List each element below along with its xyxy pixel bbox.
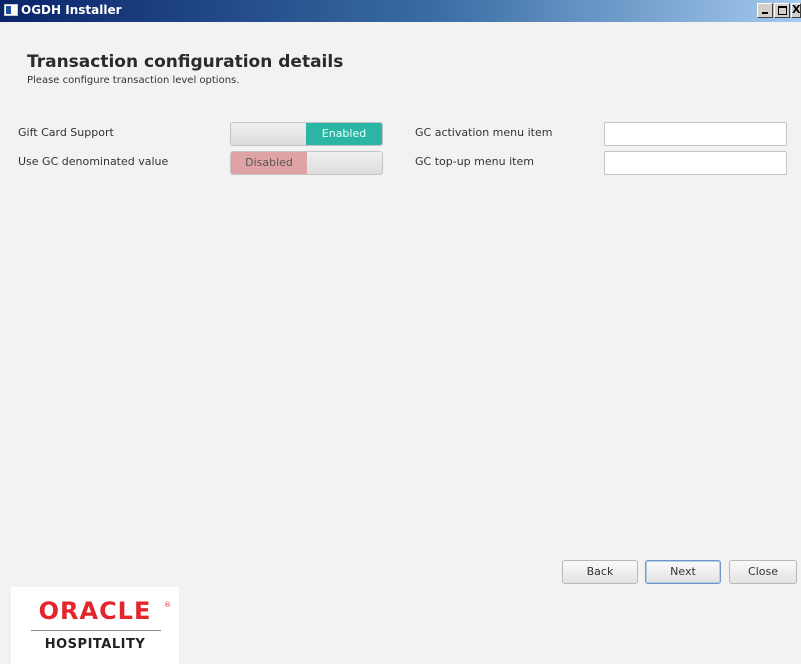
- use-gc-denominated-value-state: Disabled: [231, 152, 307, 174]
- gift-card-support-toggle[interactable]: Enabled: [230, 122, 383, 146]
- gift-card-support-label: Gift Card Support: [18, 126, 114, 139]
- window-title: OGDH Installer: [21, 3, 122, 17]
- gc-top-up-menu-item-input[interactable]: [604, 151, 787, 175]
- registered-mark: ®: [164, 601, 171, 609]
- hospitality-wordmark: HOSPITALITY: [44, 637, 146, 652]
- gift-card-support-state: Enabled: [306, 123, 382, 145]
- title-bar[interactable]: OGDH Installer X: [0, 0, 801, 22]
- gc-activation-menu-item-label: GC activation menu item: [415, 126, 553, 139]
- gc-top-up-menu-item-label: GC top-up menu item: [415, 155, 534, 168]
- maximize-icon[interactable]: [774, 3, 790, 18]
- back-button[interactable]: Back: [562, 560, 638, 584]
- oracle-hospitality-logo: ORACLE ® HOSPITALITY: [11, 587, 179, 664]
- page-subtitle: Please configure transaction level optio…: [27, 75, 240, 86]
- logo-divider: [31, 630, 161, 631]
- minimize-icon[interactable]: [757, 3, 773, 18]
- installer-window: OGDH Installer X Transaction configurati…: [0, 0, 801, 664]
- app-icon: [4, 4, 18, 16]
- oracle-wordmark: ORACLE: [38, 597, 152, 625]
- use-gc-denominated-value-label: Use GC denominated value: [18, 155, 169, 168]
- use-gc-denominated-value-toggle[interactable]: Disabled: [230, 151, 383, 175]
- close-icon[interactable]: X: [791, 3, 801, 18]
- next-button[interactable]: Next: [645, 560, 721, 584]
- page-title: Transaction configuration details: [27, 52, 344, 72]
- gc-activation-menu-item-input[interactable]: [604, 122, 787, 146]
- close-button[interactable]: Close: [729, 560, 797, 584]
- window-controls: X: [756, 3, 801, 19]
